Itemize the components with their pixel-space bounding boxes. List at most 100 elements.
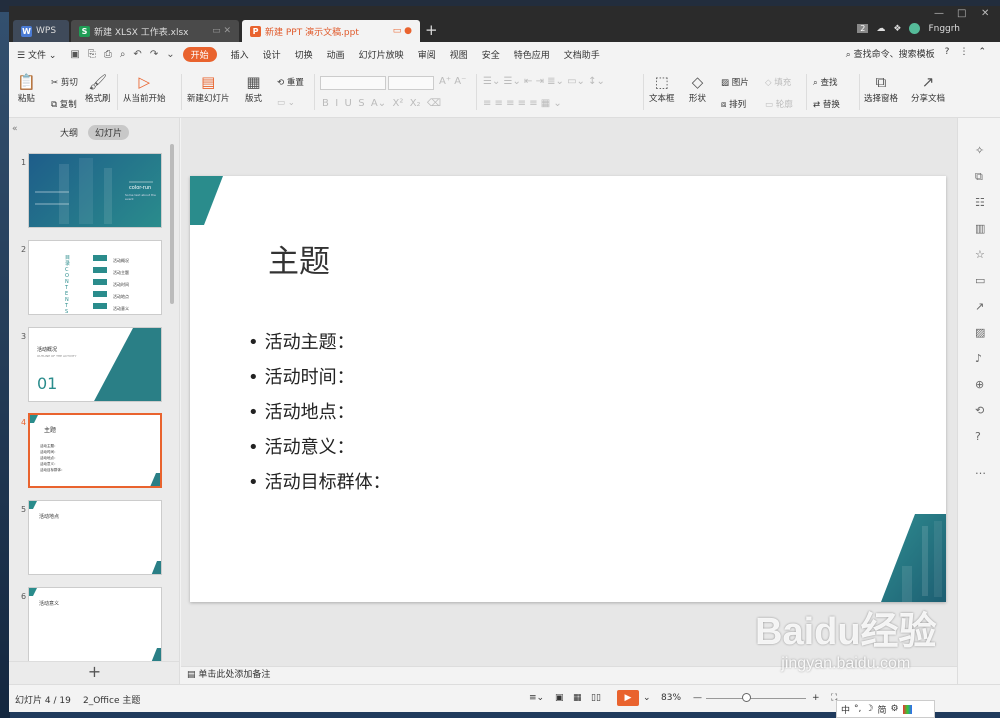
reading-view-icon[interactable]: ▯▯ xyxy=(591,693,601,703)
add-slide-button[interactable]: + xyxy=(9,661,180,684)
redo-icon[interactable]: ↷ xyxy=(150,49,158,60)
paste-button[interactable]: 📋 粘贴 xyxy=(17,72,36,104)
quick-access-chevron-icon[interactable]: ⌄ xyxy=(166,49,174,60)
outline-button[interactable]: ▭ 轮廓 xyxy=(765,98,793,110)
cloud-icon[interactable]: ☁ xyxy=(876,24,885,34)
help-icon[interactable]: ? xyxy=(945,47,950,60)
menu-security[interactable]: 安全 xyxy=(482,48,500,61)
minimize-icon[interactable]: — xyxy=(934,8,944,19)
menu-slideshow[interactable]: 幻灯片放映 xyxy=(359,48,404,61)
play-from-current-button[interactable]: ▷ 从当前开始 xyxy=(123,72,166,104)
textbox-button[interactable]: ⬚ 文本框 xyxy=(649,72,675,104)
tab-wps-home[interactable]: W WPS xyxy=(13,20,69,42)
gear-icon[interactable]: ⚙ xyxy=(890,704,898,714)
tab-xlsx[interactable]: S 新建 XLSX 工作表.xlsx ▭ ✕ xyxy=(71,20,239,42)
print-icon[interactable]: ⎙ xyxy=(104,49,112,60)
slide-title[interactable]: 主题 xyxy=(268,236,330,281)
window-count-badge[interactable]: 2 xyxy=(857,24,869,33)
font-grow-shrink-icon[interactable]: A⁺ A⁻ xyxy=(439,76,466,87)
close-icon[interactable]: ✕ xyxy=(981,8,989,19)
tab-outline[interactable]: 大纲 xyxy=(60,126,78,139)
slide-thumb-4-selected[interactable]: 主题 活动主题： 活动时间： 活动地点： 活动意义： 活动目标群体： xyxy=(28,413,162,488)
command-search[interactable]: ⌕ 查找命令、搜索模板 xyxy=(846,47,935,60)
menu-transition[interactable]: 切换 xyxy=(295,48,313,61)
zoom-slider[interactable] xyxy=(706,698,806,699)
ime-chinese[interactable]: 中 xyxy=(841,703,850,716)
slide-thumb-2[interactable]: 目录CONTENTS 活动概况 活动主题 活动时间 活动地点 活动意义 xyxy=(28,240,162,315)
maximize-icon[interactable]: □ xyxy=(957,8,966,19)
avatar[interactable] xyxy=(909,23,921,34)
zoom-slider-knob[interactable] xyxy=(742,693,751,702)
more-dots-icon[interactable]: … xyxy=(975,464,986,477)
paragraph-align-icons[interactable]: ≡ ≡ ≡ ≡ ≡ ▦ ⌄ xyxy=(483,98,562,109)
format-painter-button[interactable]: 🖌 格式刷 xyxy=(85,72,111,104)
favorite-icon[interactable]: ☆ xyxy=(975,248,985,261)
slide-bullet-list[interactable]: 活动主题： 活动时间： 活动地点： 活动意义： 活动目标群体： xyxy=(248,328,391,503)
normal-view-icon[interactable]: ▣ xyxy=(555,693,564,703)
layout-button[interactable]: ▦ 版式 xyxy=(245,72,262,104)
tab-close-icon[interactable]: ▭ ✕ xyxy=(212,26,231,36)
more-icon[interactable]: ⋮ xyxy=(959,47,968,60)
notes-toggle-icon[interactable]: ≡⌄ xyxy=(529,693,544,703)
slide-thumb-6[interactable]: 活动意义 xyxy=(28,587,162,662)
replace-button[interactable]: ⇄ 替换 xyxy=(813,98,840,110)
font-size-select[interactable] xyxy=(388,76,434,90)
settings-sliders-icon[interactable]: ☷ xyxy=(975,196,985,209)
cut-button[interactable]: ✂ 剪切 xyxy=(51,76,78,88)
ime-simplified[interactable]: 简 xyxy=(877,703,886,716)
panel-scrollbar[interactable] xyxy=(170,144,174,304)
box-icon[interactable]: ▭ xyxy=(975,274,985,287)
table-icon[interactable]: ▥ xyxy=(975,222,985,235)
fill-button[interactable]: ◇ 填充 xyxy=(765,76,791,88)
tab-slides[interactable]: 幻灯片 xyxy=(88,124,130,140)
copy-button[interactable]: ⧉ 复制 xyxy=(51,98,77,110)
zoom-in-icon[interactable]: + xyxy=(812,693,820,703)
user-name[interactable]: Fnggrh xyxy=(928,24,960,34)
save-icon[interactable]: ▣ xyxy=(70,49,79,60)
menu-home[interactable]: 开始 xyxy=(182,46,217,62)
menu-view[interactable]: 视图 xyxy=(450,48,468,61)
zoom-level[interactable]: 83% xyxy=(661,693,681,703)
ime-tray[interactable]: 中 °, ☽ 简 ⚙ xyxy=(836,700,935,718)
menu-review[interactable]: 审阅 xyxy=(418,48,436,61)
star-magic-icon[interactable]: ✧ xyxy=(975,144,984,157)
reset-button[interactable]: ⟲ 重置 xyxy=(277,76,304,88)
image-icon[interactable]: ▨ xyxy=(975,326,985,339)
export-icon[interactable]: ↗ xyxy=(975,300,984,313)
arrange-button[interactable]: ⧈ 排列 xyxy=(721,98,746,110)
tab-ppt-active[interactable]: P 新建 PPT 演示文稿.ppt ▭ ● xyxy=(242,20,420,42)
font-style-icons[interactable]: B I U S A⌄ X² X₂ ⌫ xyxy=(322,98,441,109)
picture-button[interactable]: ▨ 图片 xyxy=(721,76,749,88)
help-circle-icon[interactable]: ? xyxy=(975,430,981,443)
menu-features[interactable]: 特色应用 xyxy=(514,48,550,61)
history-icon[interactable]: ⟲ xyxy=(975,404,984,417)
font-family-select[interactable] xyxy=(320,76,386,90)
play-options-icon[interactable]: ⌄ xyxy=(643,693,651,703)
color-grid-icon[interactable] xyxy=(902,704,912,714)
zoom-out-icon[interactable]: — xyxy=(693,693,702,703)
share-doc-button[interactable]: ↗ 分享文档 xyxy=(911,72,945,104)
slide-thumb-1[interactable]: color-run Some text about the event xyxy=(28,153,162,228)
new-tab-button[interactable]: + xyxy=(425,21,438,39)
audio-icon[interactable]: ♪ xyxy=(975,352,982,365)
menu-animation[interactable]: 动画 xyxy=(327,48,345,61)
export-pdf-icon[interactable]: ⎘ xyxy=(88,49,96,60)
menu-doc-assistant[interactable]: 文档助手 xyxy=(564,48,600,61)
section-icon[interactable]: ▭ ⌄ xyxy=(277,98,295,108)
file-menu[interactable]: ☰ 文件 ⌄ xyxy=(17,48,56,61)
slide-sorter-icon[interactable]: ▦ xyxy=(573,693,582,703)
tab-modified-dot-icon[interactable]: ▭ ● xyxy=(393,26,412,36)
punctuation-icon[interactable]: °, xyxy=(854,704,861,714)
slide-thumb-5[interactable]: 活动地点 xyxy=(28,500,162,575)
moon-icon[interactable]: ☽ xyxy=(865,704,873,714)
download-icon[interactable]: ⊕ xyxy=(975,378,984,391)
current-slide[interactable]: 主题 活动主题： 活动时间： 活动地点： 活动意义： 活动目标群体： xyxy=(190,176,946,602)
menu-design[interactable]: 设计 xyxy=(263,48,281,61)
skin-icon[interactable]: ❖ xyxy=(893,24,901,34)
new-slide-button[interactable]: ▤ 新建幻灯片 xyxy=(187,72,230,104)
shape-button[interactable]: ◇ 形状 xyxy=(689,72,706,104)
slide-thumb-3[interactable]: 活动概况 OUTLINE OF THE ACTIVITY 01 xyxy=(28,327,162,402)
print-preview-icon[interactable]: ⌕ xyxy=(120,49,126,60)
menu-insert[interactable]: 插入 xyxy=(231,48,249,61)
list-indent-icons[interactable]: ☰⌄ ☰⌄ ⇤ ⇥ ≣⌄ ▭⌄ ↕⌄ xyxy=(483,76,605,87)
